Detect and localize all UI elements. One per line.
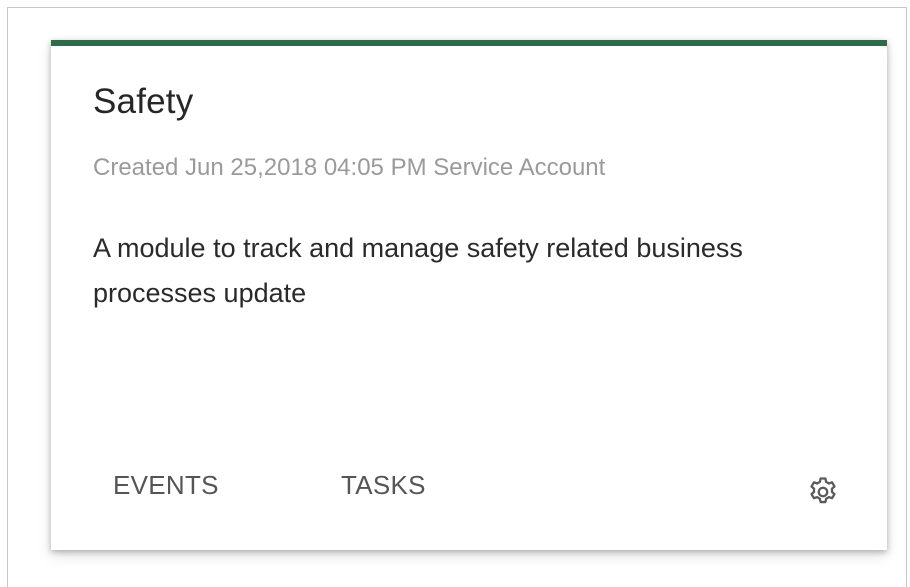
card-created-info: Created Jun 25,2018 04:05 PM Service Acc…	[93, 154, 606, 181]
tasks-button[interactable]: TASKS	[341, 470, 426, 501]
card-actions: EVENTS TASKS	[51, 460, 887, 510]
settings-button[interactable]	[803, 472, 843, 512]
card-title: Safety	[93, 82, 194, 121]
events-button[interactable]: EVENTS	[113, 470, 219, 501]
gear-icon	[810, 477, 836, 504]
card-description: A module to track and manage safety rela…	[93, 233, 743, 308]
module-card: Safety Created Jun 25,2018 04:05 PM Serv…	[51, 40, 887, 550]
